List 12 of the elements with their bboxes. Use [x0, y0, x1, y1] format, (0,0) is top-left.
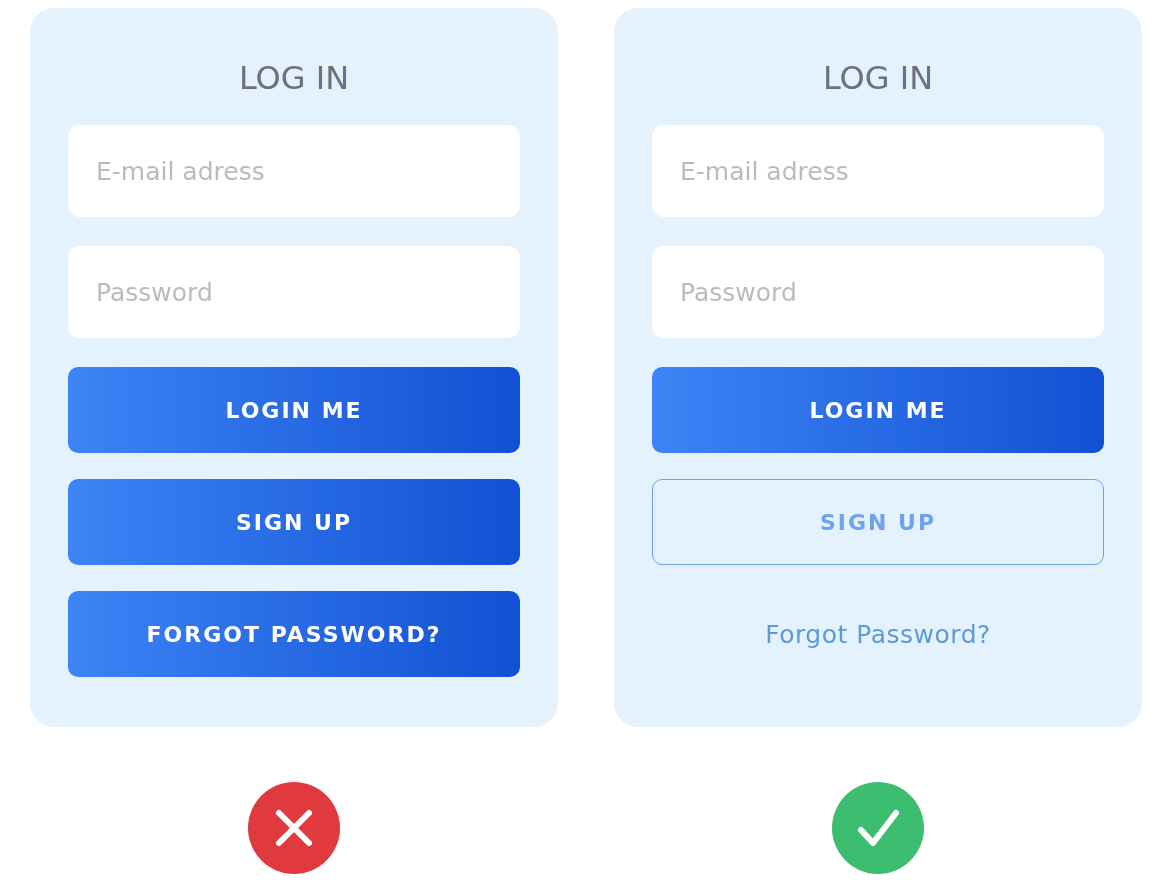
button[interactable]: LOGIN ME — [68, 367, 520, 453]
card-title: LOG IN — [821, 58, 935, 98]
input-field[interactable]: Password — [68, 246, 520, 338]
button[interactable]: FORGOT PASSWORD? — [68, 591, 520, 677]
button[interactable]: LOGIN ME — [652, 367, 1104, 453]
card-title: LOG IN — [237, 58, 351, 98]
input-field[interactable]: E-mail adress — [68, 125, 520, 217]
cross-icon — [248, 782, 340, 874]
check-icon — [832, 782, 924, 874]
button[interactable]: SIGN UP — [68, 479, 520, 565]
input-field[interactable]: Password — [652, 246, 1104, 338]
input-field[interactable]: E-mail adress — [652, 125, 1104, 217]
